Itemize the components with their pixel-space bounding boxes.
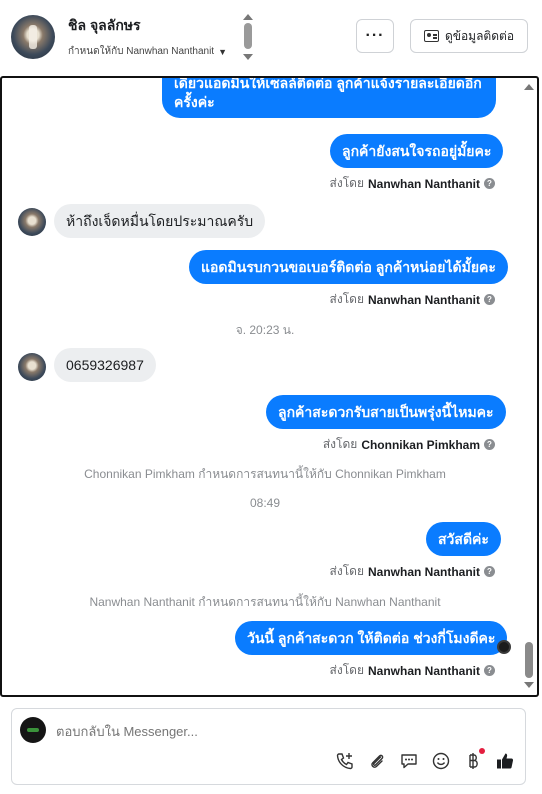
chat-bubble-icon[interactable] bbox=[399, 751, 419, 771]
contact-avatar-small[interactable] bbox=[18, 208, 46, 236]
sent-by-prefix: ส่งโดย bbox=[329, 564, 364, 578]
more-options-button[interactable]: ··· bbox=[356, 19, 394, 53]
scroll-thumb[interactable] bbox=[525, 642, 533, 678]
sent-by-prefix: ส่งโดย bbox=[322, 437, 358, 451]
thread-scrollbar[interactable] bbox=[523, 80, 535, 692]
sent-by-prefix: ส่งโดย bbox=[329, 176, 364, 190]
scroll-up-arrow-icon[interactable] bbox=[524, 84, 534, 90]
sender-name: Nanwhan Nanthanit bbox=[367, 663, 480, 678]
help-icon[interactable]: ? bbox=[484, 665, 495, 676]
contact-name[interactable]: ชิล จุลลักษร bbox=[68, 15, 141, 37]
conversation-header: ชิล จุลลักษร กำหนดให้กับ Nanwhan Nanthan… bbox=[0, 0, 542, 74]
composer-toolbar bbox=[335, 748, 515, 771]
outgoing-message[interactable]: เดี๋ยวแอดมินให้เซลล์ติดต่อ ลูกค้าแจ้งราย… bbox=[162, 76, 496, 118]
paperclip-icon[interactable] bbox=[367, 751, 387, 771]
view-contact-details-label: ดูข้อมูลติดต่อ bbox=[444, 28, 515, 43]
outgoing-message[interactable]: สวัสดีค่ะ bbox=[426, 522, 501, 556]
help-icon[interactable]: ? bbox=[484, 566, 495, 577]
sent-by-prefix: ส่งโดย bbox=[329, 663, 364, 677]
timestamp-divider: จ. 20:23 น. bbox=[235, 323, 295, 337]
sender-name: Nanwhan Nanthanit bbox=[367, 176, 480, 191]
system-message: Chonnikan Pimkham กำหนดการสนทนานี้ให้กับ… bbox=[84, 467, 446, 481]
smiley-icon[interactable] bbox=[431, 751, 451, 771]
phone-plus-icon[interactable] bbox=[335, 751, 355, 771]
incoming-message[interactable]: ห้าถึงเจ็ดหมื่นโดยประมาณครับ bbox=[54, 204, 266, 238]
reply-composer bbox=[11, 708, 526, 785]
message-thread[interactable]: เดี๋ยวแอดมินให้เซลล์ติดต่อ ลูกค้าแจ้งราย… bbox=[0, 76, 539, 697]
view-contact-details-button[interactable]: ดูข้อมูลติดต่อ bbox=[410, 19, 528, 53]
help-icon[interactable]: ? bbox=[484, 294, 495, 305]
system-message: Nanwhan Nanthanit กำหนดการสนทนานี้ให้กับ… bbox=[89, 595, 441, 609]
page-avatar bbox=[20, 717, 46, 743]
sender-name: Nanwhan Nanthanit bbox=[367, 292, 480, 307]
baht-icon[interactable] bbox=[463, 748, 485, 771]
contact-avatar-small[interactable] bbox=[18, 353, 46, 381]
message-text: ครั้งค่ะ bbox=[174, 94, 215, 110]
sent-by-line: ส่งโดย Nanwhan Nanthanit ? bbox=[330, 290, 495, 309]
help-icon[interactable]: ? bbox=[484, 178, 495, 189]
scroll-down-arrow-icon[interactable] bbox=[524, 682, 534, 688]
scroll-down-arrow-icon[interactable] bbox=[243, 54, 253, 60]
message-text: เดี๋ยวแอดมินให้เซลล์ติดต่อ ลูกค้าแจ้งราย… bbox=[174, 76, 482, 91]
notification-dot bbox=[479, 748, 485, 754]
assignee-dropdown[interactable]: กำหนดให้กับ Nanwhan Nanthanit ▼ bbox=[68, 44, 227, 59]
sent-by-line: ส่งโดย Nanwhan Nanthanit ? bbox=[330, 661, 495, 680]
seen-avatar-icon bbox=[497, 640, 511, 654]
help-icon[interactable]: ? bbox=[484, 439, 495, 450]
outgoing-message[interactable]: แอดมินรบกวนขอเบอร์ติดต่อ ลูกค้าหน่อยได้ม… bbox=[189, 250, 508, 284]
sender-name: Nanwhan Nanthanit bbox=[367, 564, 480, 579]
sent-by-line: ส่งโดย Nanwhan Nanthanit ? bbox=[330, 174, 495, 193]
outgoing-message[interactable]: ลูกค้ายังสนใจรถอยู่มั้ยคะ bbox=[330, 134, 504, 168]
sender-name: Chonnikan Pimkham bbox=[361, 437, 480, 452]
contact-card-icon bbox=[423, 30, 439, 42]
contact-avatar[interactable] bbox=[11, 15, 55, 59]
header-scrollbar[interactable] bbox=[242, 14, 254, 60]
assignee-label: กำหนดให้กับ Nanwhan Nanthanit bbox=[68, 46, 215, 57]
sent-by-line: ส่งโดย Nanwhan Nanthanit ? bbox=[330, 562, 495, 581]
reply-input[interactable] bbox=[56, 721, 496, 741]
incoming-message[interactable]: 0659326987 bbox=[54, 348, 156, 382]
thumbs-up-icon[interactable] bbox=[495, 751, 515, 771]
caret-down-icon: ▼ bbox=[218, 46, 228, 57]
scroll-thumb[interactable] bbox=[244, 23, 252, 49]
sent-by-line: ส่งโดย Chonnikan Pimkham ? bbox=[323, 435, 495, 454]
outgoing-message[interactable]: ลูกค้าสะดวกรับสายเป็นพรุ่งนี้ไหมคะ bbox=[266, 395, 506, 429]
outgoing-message[interactable]: วันนี้ ลูกค้าสะดวก ให้ติดต่อ ช่วงกี่โมงด… bbox=[235, 621, 508, 655]
timestamp-divider: 08:49 bbox=[249, 496, 281, 510]
scroll-up-arrow-icon[interactable] bbox=[243, 14, 253, 20]
sent-by-prefix: ส่งโดย bbox=[329, 292, 364, 306]
